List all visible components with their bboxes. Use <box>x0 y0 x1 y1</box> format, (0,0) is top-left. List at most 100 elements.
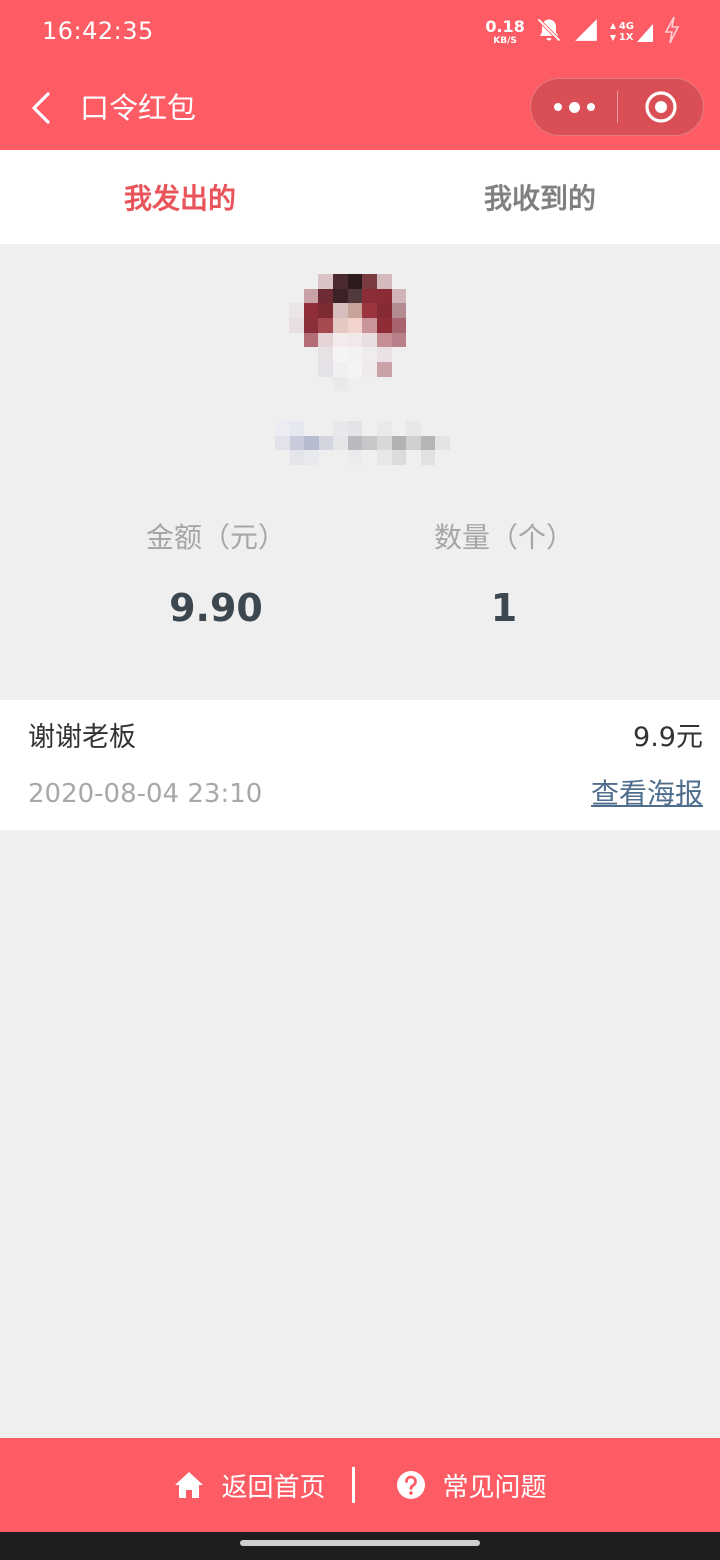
avatar-pixel <box>333 347 348 362</box>
avatar-pixel <box>391 274 407 289</box>
nickname-pixel <box>377 421 392 436</box>
signal-icon <box>573 17 599 47</box>
dot-icon <box>586 103 595 111</box>
nickname-pixel <box>304 421 319 436</box>
avatar-pixel <box>333 303 348 318</box>
tab-bar: 我发出的 我收到的 <box>0 150 720 244</box>
gesture-handle[interactable] <box>240 1540 480 1546</box>
avatar-pixel <box>347 288 363 304</box>
avatar-pixel <box>406 274 421 289</box>
nickname-pixel <box>406 435 421 451</box>
avatar-pixel <box>289 362 304 377</box>
avatar-pixel <box>362 332 377 348</box>
avatar-pixel <box>303 391 319 406</box>
dot-icon <box>553 103 562 111</box>
nickname-pixel <box>406 450 421 465</box>
amount-label: 金额（元） <box>145 521 286 554</box>
network-type-bottom: 1X <box>618 32 634 43</box>
avatar-pixel <box>289 318 304 333</box>
faq-label: 常见问题 <box>442 1472 547 1503</box>
count-label: 数量（个） <box>433 521 574 554</box>
avatar-pixel <box>347 376 363 392</box>
nickname-pixel <box>377 450 392 465</box>
avatar-pixel <box>377 347 392 362</box>
nickname-pixel <box>318 421 334 436</box>
view-poster-link[interactable]: 查看海报 <box>591 774 703 814</box>
home-label: 返回首页 <box>221 1472 326 1503</box>
avatar-pixel <box>362 303 377 318</box>
avatar-pixel <box>391 288 407 304</box>
network-type-label: 4G 1X <box>619 21 634 43</box>
avatar-pixel <box>318 288 333 304</box>
summary-section: 金额（元） 9.90 数量（个） 1 <box>0 244 720 699</box>
avatar-pixel <box>406 347 421 362</box>
nickname-pixel <box>420 450 436 465</box>
avatar-pixel <box>303 362 319 377</box>
amount-stat: 金额（元） 9.90 <box>96 514 336 634</box>
avatar-pixel <box>391 303 407 318</box>
faq-button[interactable]: 常见问题 <box>395 1467 547 1504</box>
avatar-pixel <box>377 332 392 348</box>
nickname-pixel <box>377 435 392 451</box>
nickname-pixel <box>406 421 421 436</box>
avatar-pixel <box>333 391 348 406</box>
top-bar: 16:42:35 0.18 KB/S 4G 1X 口令红包 <box>0 0 720 150</box>
home-button[interactable]: 返回首页 <box>173 1467 326 1504</box>
avatar-pixel <box>347 274 363 289</box>
nickname-pixel <box>289 435 305 451</box>
net-speed-unit: KB/S <box>493 35 517 46</box>
home-icon <box>173 1469 205 1501</box>
avatar-pixel <box>318 332 333 348</box>
avatar-pixel <box>303 376 319 392</box>
tab-sent[interactable]: 我发出的 <box>0 150 360 244</box>
miniprogram-capsule <box>530 78 704 136</box>
record-amount: 9.9元 <box>633 722 703 753</box>
avatar-pixel <box>318 376 333 392</box>
nickname-pixel <box>435 435 450 451</box>
nickname-pixel <box>318 450 334 465</box>
network-type-top: 4G <box>618 21 634 32</box>
nickname-pixel <box>347 435 363 451</box>
page-title: 口令红包 <box>80 91 197 125</box>
avatar-pixel <box>347 303 363 318</box>
record-message: 谢谢老板 <box>28 722 136 753</box>
dot-icon <box>568 101 580 113</box>
avatar-pixel <box>406 376 421 392</box>
target-close-icon <box>644 91 677 123</box>
avatar-pixel <box>362 376 377 392</box>
nickname-pixel <box>435 450 450 465</box>
nickname-pixel <box>275 421 290 436</box>
avatar-pixel <box>362 318 377 333</box>
close-miniprogram-button[interactable] <box>618 79 703 135</box>
nickname-pixel <box>333 450 348 465</box>
nickname-pixel <box>275 450 290 465</box>
avatar-pixel <box>362 362 377 377</box>
avatar-pixel <box>347 391 363 406</box>
net-speed-value: 0.18 <box>485 16 525 36</box>
user-nickname-blurred <box>275 421 450 465</box>
status-icons: 0.18 KB/S 4G 1X <box>485 14 680 50</box>
back-button[interactable] <box>26 88 56 128</box>
status-bar: 16:42:35 0.18 KB/S 4G 1X <box>0 0 720 64</box>
bottom-bar: 返回首页 常见问题 <box>0 1438 720 1532</box>
avatar-pixel <box>362 274 377 289</box>
question-icon <box>395 1469 427 1501</box>
avatar-pixel <box>391 362 407 377</box>
amount-value: 9.90 <box>169 586 263 630</box>
avatar-pixel <box>406 318 421 333</box>
list-item: 谢谢老板 9.9元 2020-08-04 23:10 查看海报 <box>0 700 720 830</box>
nickname-pixel <box>318 435 334 451</box>
avatar-pixel <box>347 332 363 348</box>
tab-received[interactable]: 我收到的 <box>360 150 720 244</box>
more-button[interactable] <box>531 79 617 135</box>
title-bar: 口令红包 <box>0 64 720 150</box>
count-value: 1 <box>490 586 518 630</box>
avatar-pixel <box>333 318 348 333</box>
nickname-pixel <box>420 421 436 436</box>
avatar-pixel <box>303 332 319 348</box>
avatar-pixel <box>347 347 363 362</box>
avatar-pixel <box>289 332 304 348</box>
nickname-pixel <box>420 435 436 451</box>
nickname-pixel <box>289 450 305 465</box>
avatar-pixel <box>362 391 377 406</box>
